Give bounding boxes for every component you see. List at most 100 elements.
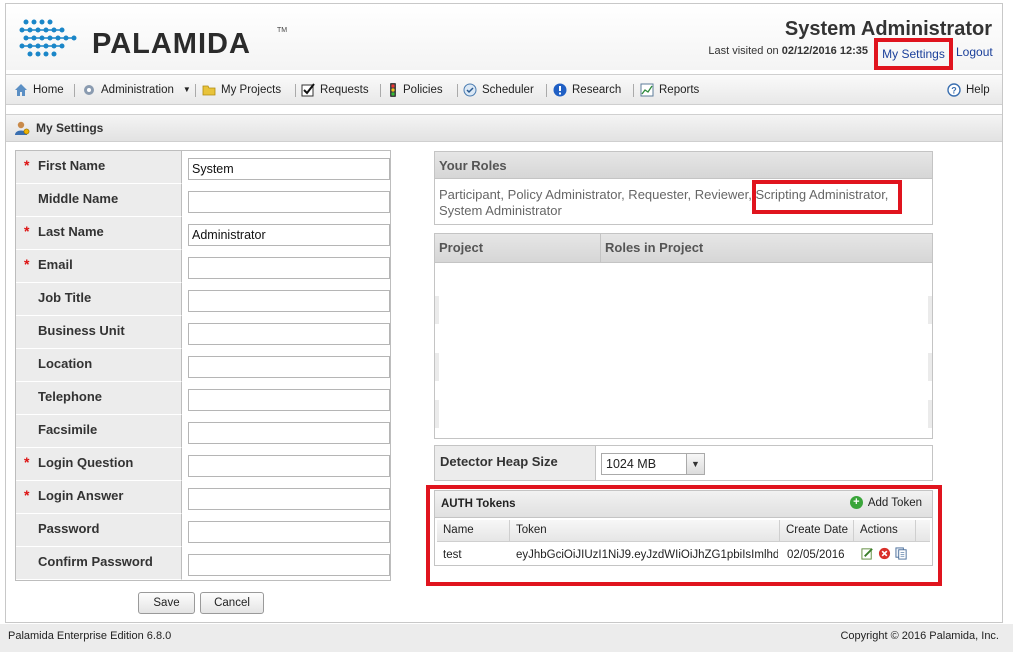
logo-mark-icon	[19, 19, 77, 57]
folder-icon	[202, 85, 216, 95]
field-input[interactable]	[188, 257, 390, 279]
settings-form: * First Name Middle Name * Last Name * Email Jo…	[15, 150, 391, 581]
col-roles-in-project[interactable]: Roles in Project	[605, 240, 703, 255]
field-label: * Email	[16, 250, 182, 283]
field-input[interactable]	[188, 521, 390, 543]
field-label: Password	[16, 514, 182, 547]
field-input[interactable]	[188, 455, 390, 477]
auth-tokens-header: AUTH Tokens + Add Token	[435, 491, 932, 518]
field-label-text: Login Answer	[38, 488, 124, 503]
logo-text: PALAMIDA	[92, 28, 251, 60]
token-actions	[861, 547, 909, 560]
col-actions[interactable]: Actions	[854, 520, 916, 542]
field-label: Middle Name	[16, 184, 182, 217]
token-value: eyJhbGciOiJIUzI1NiJ9.eyJzdWIiOiJhZG1pbiI…	[516, 549, 778, 561]
auth-tokens-columns: Name Token Create Date Actions	[437, 520, 930, 542]
field-label: Telephone	[16, 382, 182, 415]
cancel-button[interactable]: Cancel	[200, 592, 264, 614]
field-label: Confirm Password	[16, 547, 182, 580]
nav-home[interactable]: Home	[14, 75, 64, 104]
chevron-down-icon: ▼	[182, 85, 191, 94]
nav-reports[interactable]: Reports	[640, 75, 699, 104]
field-label: Location	[16, 349, 182, 382]
form-row: Facsimile	[16, 415, 390, 448]
section-title: My Settings	[36, 121, 104, 135]
required-asterisk: *	[24, 454, 30, 470]
nav-reports-label: Reports	[659, 83, 700, 96]
field-input[interactable]	[188, 158, 390, 180]
field-label-text: Middle Name	[38, 191, 119, 206]
field-input[interactable]	[188, 224, 390, 246]
project-roles-header: Project Roles in Project	[435, 234, 932, 263]
edit-icon[interactable]	[861, 547, 874, 560]
form-row: * First Name	[16, 151, 390, 184]
field-input[interactable]	[188, 356, 390, 378]
app-frame: PALAMIDA TM System Administrator Last vi…	[5, 3, 1003, 623]
nav-research[interactable]: Research	[553, 75, 621, 104]
required-asterisk: *	[24, 487, 30, 503]
field-input[interactable]	[188, 323, 390, 345]
form-row: Business Unit	[16, 316, 390, 349]
logo-trademark: TM	[277, 27, 288, 34]
col-create-date[interactable]: Create Date	[780, 520, 854, 542]
add-token-button[interactable]: + Add Token	[849, 496, 922, 509]
token-name: test	[443, 549, 462, 561]
my-settings-link[interactable]: My Settings	[874, 38, 953, 70]
form-row: * Last Name	[16, 217, 390, 250]
chevron-down-icon[interactable]: ▼	[686, 454, 704, 474]
exclamation-icon	[553, 83, 567, 96]
nav-administration[interactable]: Administration ▼	[82, 75, 191, 104]
required-asterisk: *	[24, 157, 30, 173]
nav-help[interactable]: ? Help	[947, 75, 990, 104]
your-roles-panel: Your Roles Participant, Policy Administr…	[434, 151, 933, 225]
field-label-text: Job Title	[38, 290, 92, 305]
nav-help-label: Help	[966, 83, 990, 96]
copy-icon[interactable]	[895, 547, 908, 560]
nav-requests-label: Requests	[320, 83, 369, 96]
detector-heap-select[interactable]: 1024 MB ▼	[601, 453, 705, 475]
detector-heap-value: 1024 MB	[606, 457, 657, 471]
last-visited: Last visited on 02/12/2016 12:35	[708, 45, 868, 57]
nav-my-projects[interactable]: My Projects	[202, 75, 281, 104]
chart-icon	[640, 83, 654, 96]
col-project[interactable]: Project	[439, 240, 483, 255]
col-name[interactable]: Name	[437, 520, 510, 542]
help-icon: ?	[947, 82, 961, 97]
detector-heap-label: Detector Heap Size	[435, 446, 596, 480]
field-input[interactable]	[188, 191, 390, 213]
field-label-text: Email	[38, 257, 73, 272]
field-label: Job Title	[16, 283, 182, 316]
last-visited-label: Last visited on	[708, 45, 779, 57]
field-input[interactable]	[188, 389, 390, 411]
nav-scheduler-label: Scheduler	[482, 83, 534, 96]
logout-link[interactable]: Logout	[956, 45, 993, 59]
nav-requests[interactable]: Requests	[301, 75, 369, 104]
auth-tokens-panel: AUTH Tokens + Add Token Name Token Creat…	[434, 490, 933, 566]
nav-scheduler[interactable]: Scheduler	[463, 75, 534, 104]
form-row: * Login Question	[16, 448, 390, 481]
field-input[interactable]	[188, 488, 390, 510]
required-asterisk: *	[24, 256, 30, 272]
delete-icon[interactable]	[878, 547, 891, 560]
field-label: Facsimile	[16, 415, 182, 448]
field-label-text: Location	[38, 356, 93, 371]
form-row: Location	[16, 349, 390, 382]
field-input[interactable]	[188, 554, 390, 576]
main-navbar: Home Administration ▼ My Projects Reques…	[6, 74, 1002, 105]
form-row: * Login Answer	[16, 481, 390, 514]
save-button[interactable]: Save	[138, 592, 195, 614]
field-input[interactable]	[188, 290, 390, 312]
field-label-text: Password	[38, 521, 100, 536]
form-row: Middle Name	[16, 184, 390, 217]
nav-policies[interactable]: Policies	[388, 75, 443, 104]
token-create-date: 02/05/2016	[787, 549, 845, 561]
field-input[interactable]	[188, 422, 390, 444]
col-token[interactable]: Token	[510, 520, 780, 542]
palamida-logo[interactable]: PALAMIDA TM	[16, 14, 288, 60]
clock-icon	[463, 83, 477, 96]
gear-icon	[84, 84, 94, 95]
auth-tokens-title: AUTH Tokens	[441, 498, 516, 510]
nav-policies-label: Policies	[403, 83, 443, 96]
field-label-text: Telephone	[38, 389, 103, 404]
last-visited-value: 02/12/2016 12:35	[781, 45, 868, 57]
